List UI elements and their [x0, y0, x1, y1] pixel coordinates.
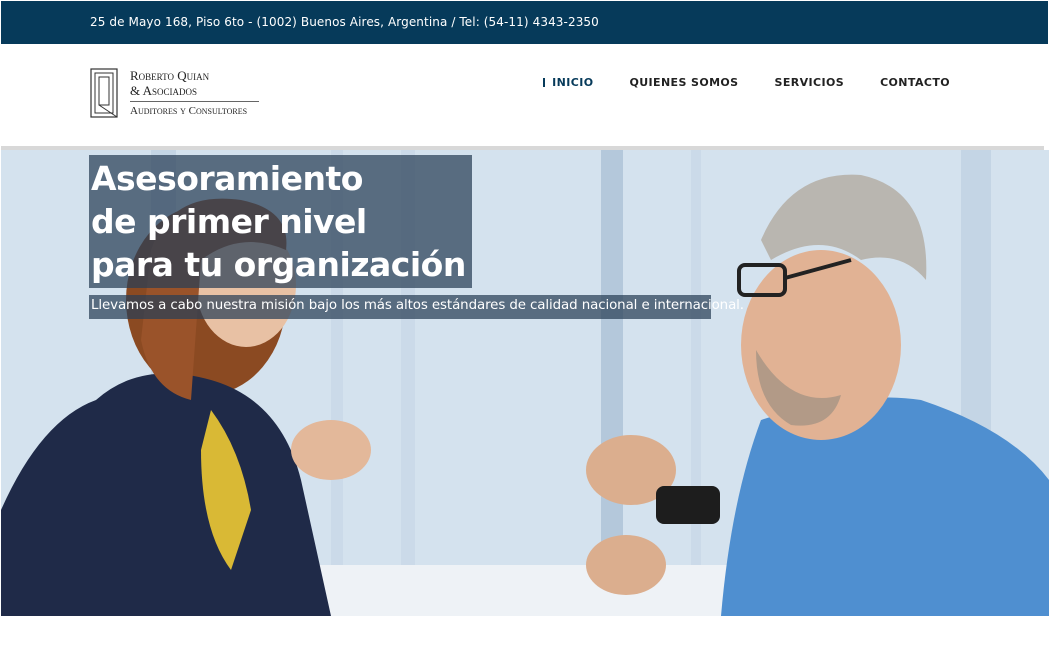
logo-tagline: Auditores y Consultores [130, 105, 248, 117]
logo-associates: & Asociados [130, 83, 198, 98]
company-logo[interactable]: Roberto Quian & Asociados Auditores y Co… [90, 68, 265, 120]
hero-title-line-2: de primer nivel [91, 202, 367, 241]
hero-title-line-1: Asesoramiento [91, 159, 363, 198]
hero-title-line-3: para tu organización [91, 245, 466, 284]
site-header: Roberto Quian & Asociados Auditores y Co… [0, 44, 1052, 146]
logo-divider [130, 101, 259, 102]
nav-quienes-somos[interactable]: QUIENES SOMOS [623, 76, 738, 89]
logo-name: Roberto Quian [130, 68, 210, 83]
hero-title: Asesoramiento de primer nivel para tu or… [91, 157, 466, 286]
nav-servicios[interactable]: SERVICIOS [769, 76, 845, 89]
hero-subtitle: Llevamos a cabo nuestra misión bajo los … [91, 298, 744, 313]
main-navigation: INICIO QUIENES SOMOS SERVICIOS CONTACTO [516, 76, 950, 89]
top-contact-bar: 25 de Mayo 168, Piso 6to - (1002) Buenos… [1, 1, 1048, 44]
nav-contacto[interactable]: CONTACTO [874, 76, 950, 89]
contact-info: 25 de Mayo 168, Piso 6to - (1002) Buenos… [90, 15, 599, 29]
nav-inicio[interactable]: INICIO [543, 76, 593, 89]
logo-mark-icon [90, 68, 118, 118]
